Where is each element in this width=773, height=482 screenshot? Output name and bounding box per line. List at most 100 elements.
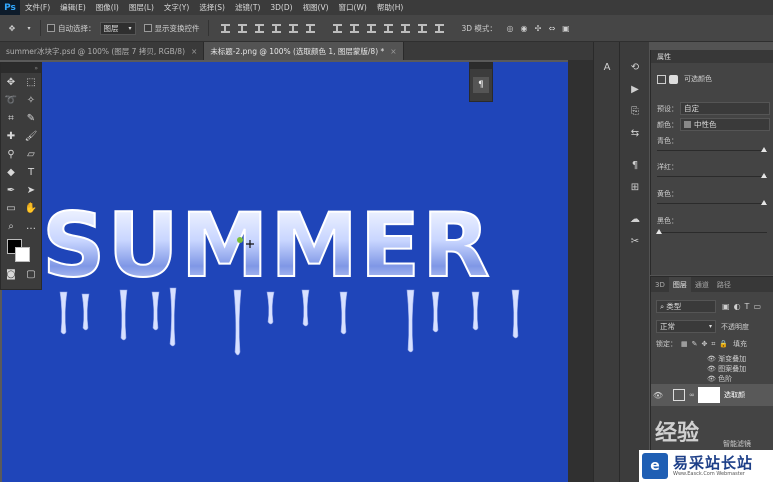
actions-play-icon[interactable]: ▶ bbox=[620, 78, 650, 100]
scale-3d-icon[interactable]: ▣ bbox=[559, 24, 573, 33]
path-select-icon[interactable]: ➤ bbox=[21, 181, 41, 199]
marquee-tool-icon[interactable]: ⬚ bbox=[21, 73, 41, 91]
blend-mode-dropdown[interactable]: 正常 ▾ bbox=[656, 320, 716, 333]
pan-3d-icon[interactable]: ✣ bbox=[531, 24, 545, 33]
black-slider-knob[interactable] bbox=[656, 229, 662, 234]
menu-window[interactable]: 窗口(W) bbox=[334, 2, 372, 13]
auto-select-dropdown[interactable]: 图层 ▾ bbox=[99, 21, 136, 35]
menu-filter[interactable]: 滤镜(T) bbox=[230, 2, 265, 13]
tab-summer-psd[interactable]: summer冰块字.psd @ 100% (图层 7 拷贝, RGB/8) × bbox=[0, 42, 205, 60]
magic-wand-icon[interactable]: ✧ bbox=[21, 91, 41, 109]
zoom-tool-icon[interactable]: ⌕ bbox=[1, 217, 21, 235]
preset-dropdown[interactable]: 自定 bbox=[680, 102, 770, 115]
paragraph-icon[interactable]: ¶ bbox=[473, 77, 489, 93]
crop-tool-icon[interactable]: ⌗ bbox=[1, 109, 21, 127]
menu-edit[interactable]: 编辑(E) bbox=[55, 2, 91, 13]
black-slider-track[interactable] bbox=[657, 232, 767, 233]
lasso-tool-icon[interactable]: ➰ bbox=[1, 91, 21, 109]
document-canvas[interactable]: SUMMER bbox=[2, 62, 568, 482]
tab-layers[interactable]: 图层 bbox=[668, 277, 691, 292]
screen-mode-icon[interactable]: ▢ bbox=[21, 265, 41, 283]
distribute-left-icon[interactable] bbox=[383, 23, 393, 33]
effect-item-levels[interactable]: 👁 色阶 bbox=[707, 374, 746, 384]
menu-file[interactable]: 文件(F) bbox=[20, 2, 55, 13]
paragraph-styles-icon[interactable]: ¶ bbox=[620, 154, 650, 176]
filter-pixel-icon[interactable]: ▣ bbox=[722, 302, 730, 311]
distribute-top-icon[interactable] bbox=[332, 23, 342, 33]
type-tool-icon[interactable]: T bbox=[21, 163, 41, 181]
move-tool-icon[interactable]: ✥ bbox=[1, 73, 21, 91]
menu-help[interactable]: 帮助(H) bbox=[372, 2, 409, 13]
background-color-swatch[interactable] bbox=[15, 247, 30, 262]
yellow-slider-track[interactable] bbox=[657, 203, 767, 204]
filter-shape-icon[interactable]: ▭ bbox=[753, 302, 761, 311]
libraries-icon[interactable]: ☁ bbox=[620, 208, 650, 230]
menu-3d[interactable]: 3D(D) bbox=[265, 3, 297, 12]
distribute-vcenter-icon[interactable] bbox=[349, 23, 359, 33]
menu-type[interactable]: 文字(Y) bbox=[159, 2, 194, 13]
brush-tool-icon[interactable]: 🖌 bbox=[21, 127, 41, 145]
lock-paint-icon[interactable]: ✎ bbox=[692, 340, 698, 348]
tab-paths[interactable]: 路径 bbox=[713, 280, 735, 290]
align-bottom-icon[interactable] bbox=[254, 23, 264, 33]
yellow-slider-knob[interactable] bbox=[761, 200, 767, 205]
move-tool-icon[interactable]: ✥ bbox=[0, 24, 24, 33]
close-icon[interactable]: × bbox=[191, 47, 197, 56]
lock-artboard-icon[interactable]: ⌗ bbox=[711, 340, 715, 349]
lock-move-icon[interactable]: ✥ bbox=[702, 340, 708, 348]
brush-presets-icon[interactable]: ⊞ bbox=[620, 176, 650, 198]
tab-3d[interactable]: 3D bbox=[651, 281, 669, 289]
paint-bucket-icon[interactable]: ◆ bbox=[1, 163, 21, 181]
clone-source-icon[interactable]: ⎘ bbox=[620, 100, 650, 122]
align-hcenter-icon[interactable] bbox=[288, 23, 298, 33]
distribute-right-icon[interactable] bbox=[417, 23, 427, 33]
auto-select-checkbox[interactable] bbox=[47, 24, 55, 32]
colors-dropdown[interactable]: 中性色 bbox=[680, 118, 770, 131]
align-top-icon[interactable] bbox=[220, 23, 230, 33]
slide-3d-icon[interactable]: ⇔ bbox=[545, 24, 559, 33]
filter-type-icon[interactable]: T bbox=[745, 302, 750, 311]
auto-align-icon[interactable] bbox=[434, 23, 444, 33]
menu-image[interactable]: 图像(I) bbox=[91, 2, 124, 13]
quick-mask-icon[interactable]: ◙ bbox=[1, 265, 21, 283]
distribute-hcenter-icon[interactable] bbox=[400, 23, 410, 33]
tool-preset-chevron-icon[interactable]: ▾ bbox=[24, 25, 34, 32]
show-transform-checkbox[interactable] bbox=[143, 24, 152, 32]
menu-layer[interactable]: 图层(L) bbox=[124, 2, 159, 13]
lock-transparent-icon[interactable]: ▦ bbox=[681, 340, 688, 348]
pen-tool-icon[interactable]: ✒ bbox=[1, 181, 21, 199]
menu-select[interactable]: 选择(S) bbox=[194, 2, 230, 13]
hand-tool-icon[interactable]: ✋ bbox=[21, 199, 41, 217]
rectangle-tool-icon[interactable]: ▭ bbox=[1, 199, 21, 217]
lock-all-icon[interactable]: 🔒 bbox=[719, 340, 728, 348]
roll-3d-icon[interactable]: ◉ bbox=[517, 24, 531, 33]
history-icon[interactable]: ⟲ bbox=[620, 56, 650, 78]
orbit-3d-icon[interactable]: ◎ bbox=[503, 24, 517, 33]
magenta-slider-knob[interactable] bbox=[761, 173, 767, 178]
magenta-slider-track[interactable] bbox=[657, 176, 767, 177]
kind-filter-dropdown[interactable]: ⌕ 类型 bbox=[656, 300, 716, 313]
clone-stamp-icon[interactable]: ⚲ bbox=[1, 145, 21, 163]
cyan-slider-knob[interactable] bbox=[761, 147, 767, 152]
eyedropper-icon[interactable]: ✎ bbox=[21, 109, 41, 127]
adjustments-icon[interactable]: ⇆ bbox=[620, 122, 650, 144]
filter-adjustment-icon[interactable]: ◐ bbox=[734, 302, 741, 311]
healing-brush-icon[interactable]: ✚ bbox=[1, 127, 21, 145]
mask-icon[interactable] bbox=[669, 74, 678, 84]
close-icon[interactable]: × bbox=[390, 47, 396, 56]
menu-view[interactable]: 视图(V) bbox=[298, 2, 334, 13]
align-left-icon[interactable] bbox=[271, 23, 281, 33]
character-panel-icon[interactable]: A bbox=[594, 56, 620, 78]
eraser-icon[interactable]: ▱ bbox=[21, 145, 41, 163]
distribute-bottom-icon[interactable] bbox=[366, 23, 376, 33]
tab-untitled-2[interactable]: 未标题-2.png @ 100% (选取颜色 1, 图层蒙版/8) * × bbox=[204, 42, 404, 60]
align-vcenter-icon[interactable] bbox=[237, 23, 247, 33]
layer-row-selected[interactable]: 👁 ∞ 选取颜 bbox=[651, 384, 773, 406]
cyan-slider-track[interactable] bbox=[657, 150, 767, 151]
align-right-icon[interactable] bbox=[305, 23, 315, 33]
tools-settings-icon[interactable]: ✂ bbox=[620, 230, 650, 252]
effect-item-pattern[interactable]: 👁 图案叠加 bbox=[707, 364, 746, 374]
visibility-eye-icon[interactable]: 👁 bbox=[651, 391, 665, 400]
effect-item-gradient[interactable]: 👁 渐变叠加 bbox=[707, 354, 746, 364]
more-tools-icon[interactable]: … bbox=[21, 217, 41, 235]
